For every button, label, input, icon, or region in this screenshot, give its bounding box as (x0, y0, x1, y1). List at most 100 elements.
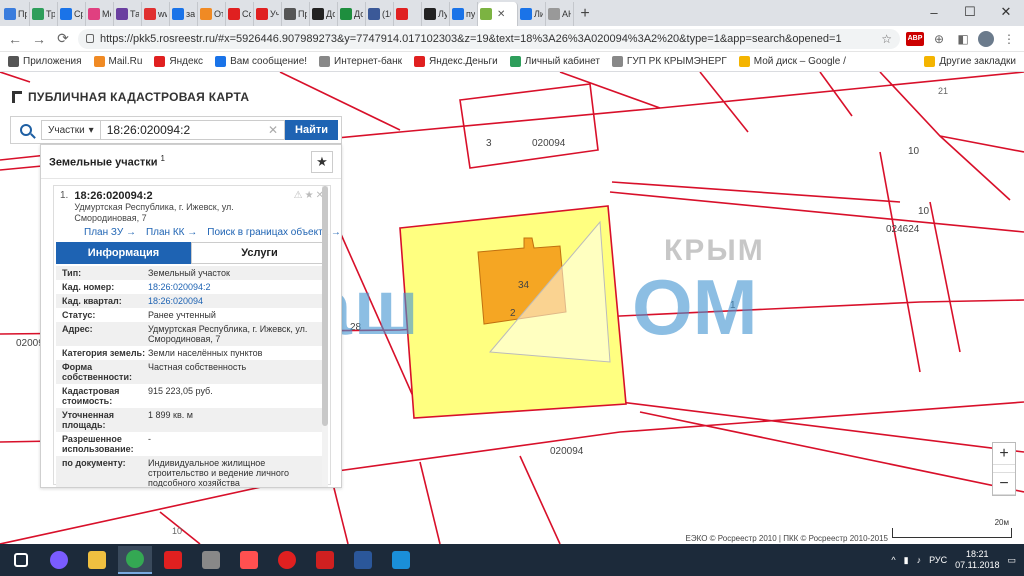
browser-tab[interactable]: пуб (450, 2, 478, 26)
browser-tab[interactable]: От (198, 2, 226, 26)
tab-label: Ли (534, 9, 543, 19)
maximize-button[interactable]: ☐ (952, 0, 988, 24)
forward-icon[interactable]: → (30, 31, 48, 47)
bookmark-item[interactable]: Вам сообщение! (215, 56, 307, 67)
app2-icon (392, 551, 410, 569)
language-indicator[interactable]: РУС (929, 555, 947, 565)
property-key: Форма собственности: (62, 362, 132, 382)
zoom-out-button[interactable]: − (993, 473, 1015, 495)
network-icon[interactable]: ▮ (904, 555, 909, 566)
taskbar-app-app[interactable] (232, 546, 266, 574)
tray-arrow-icon[interactable]: ^ (891, 555, 895, 565)
avatar[interactable] (978, 30, 994, 47)
bookmark-item[interactable]: Яндекс (154, 56, 203, 67)
bookmarks-bar: Приложения Mail.Ru Яндекс Вам сообщение! Инт… (0, 52, 1024, 72)
clock[interactable]: 18:21 07.11.2018 (955, 549, 999, 571)
extension2-icon[interactable]: ◧ (954, 30, 972, 48)
taskbar-app-explorer[interactable] (80, 546, 114, 574)
taskbar-app-yandex[interactable] (156, 546, 190, 574)
browser-tab[interactable]: Тат (114, 2, 142, 26)
browser-tab[interactable]: До (310, 2, 338, 26)
volume-icon[interactable]: ♪ (917, 555, 922, 565)
star-icon[interactable]: ★ (305, 190, 314, 224)
tab-label: От (214, 9, 223, 19)
minimize-button[interactable]: – (916, 0, 952, 24)
yandex-browser-icon (278, 551, 296, 569)
map-canvas[interactable]: 3 020094 10 10 024624 28 020094 020094 1… (0, 72, 1024, 544)
quarter-label: 020094 (550, 446, 584, 457)
tab-close-icon[interactable]: ✕ (497, 9, 505, 20)
bookmark-item[interactable]: ГУП РК КРЫМЭНЕРГ (611, 56, 727, 67)
browser-tab[interactable]: ✕ (478, 2, 518, 26)
extension-icon[interactable]: ⊕ (930, 30, 948, 48)
address-bar[interactable]: https://pkk5.rosreestr.ru/#x=5926446.907… (78, 28, 900, 49)
bookmark-item[interactable]: Приложения (8, 56, 82, 67)
find-button[interactable]: Найти (285, 120, 338, 140)
plan-zu-link[interactable]: План ЗУ → (84, 227, 136, 238)
result-cad-number[interactable]: 18:26:020094:2 (74, 190, 233, 202)
clear-icon[interactable]: ✕ (268, 123, 278, 137)
adblock-icon[interactable]: ABP (906, 31, 924, 46)
bookmark-label: Личный кабинет (524, 56, 600, 67)
tab-label: Со (242, 9, 251, 19)
bookmark-label: Вам сообщение! (230, 56, 308, 67)
close-window-button[interactable]: ✕ (988, 0, 1024, 24)
browser-tab[interactable]: Ср (58, 2, 86, 26)
back-icon[interactable]: ← (6, 31, 24, 47)
taskbar-app-search[interactable] (42, 546, 76, 574)
search-toggle-button[interactable] (11, 117, 41, 143)
bookmark-item[interactable]: Интернет-банк (319, 56, 402, 67)
taskbar-app-start[interactable] (4, 546, 38, 574)
reload-icon[interactable]: ⟳ (54, 30, 72, 47)
tab-information[interactable]: Информация (56, 242, 191, 264)
browser-tab[interactable]: До (338, 2, 366, 26)
property-value[interactable]: 18:26:020094 (148, 296, 328, 306)
browser-tab[interactable]: Ме (86, 2, 114, 26)
browser-tab[interactable]: Уч (254, 2, 282, 26)
plan-kk-link[interactable]: План КК → (146, 227, 197, 238)
search-type-select[interactable]: Участки ▾ (41, 120, 101, 140)
tab-favicon-icon (4, 8, 16, 20)
browser-tab[interactable]: Со (226, 2, 254, 26)
search-input[interactable]: 18:26:020094:2 ✕ (100, 120, 286, 140)
new-tab-button[interactable]: + (574, 2, 596, 26)
zoom-slider[interactable] (993, 465, 1015, 473)
property-value[interactable]: 18:26:020094:2 (148, 282, 328, 292)
zoom-in-button[interactable]: + (993, 443, 1015, 465)
bookmark-star-icon[interactable]: ☆ (881, 32, 892, 46)
browser-tab[interactable]: Ли (518, 2, 546, 26)
taskbar-app-chrome[interactable] (118, 546, 152, 574)
warning-icon[interactable]: ⚠ (294, 190, 303, 224)
notifications-icon[interactable]: ▭ (1007, 555, 1016, 566)
browser-tab[interactable]: АН (546, 2, 574, 26)
menu-icon[interactable]: ⋮ (1000, 30, 1018, 48)
browser-tab[interactable]: Пр (2, 2, 30, 26)
browser-tab[interactable]: ww (142, 2, 170, 26)
tab-services[interactable]: Услуги (191, 242, 328, 264)
parcel-label: 10 (908, 146, 920, 157)
taskbar-app-app2[interactable] (384, 546, 418, 574)
browser-tab[interactable]: зак (170, 2, 198, 26)
browser-tab[interactable]: (16 (366, 2, 394, 26)
scrollbar-thumb[interactable] (322, 186, 328, 426)
bookmark-item[interactable]: Мой диск – Google / (738, 56, 846, 67)
scrollbar[interactable] (322, 186, 328, 486)
tab-label: До (354, 9, 363, 19)
browser-tab[interactable]: Тре (30, 2, 58, 26)
taskbar-app-calc[interactable] (194, 546, 228, 574)
tab-label: ww (158, 9, 167, 19)
other-bookmarks[interactable]: Другие закладки (924, 56, 1016, 67)
bookmark-item[interactable]: Mail.Ru (93, 56, 142, 67)
taskbar-app-word[interactable] (346, 546, 380, 574)
watermark-text-2: ОМ (632, 263, 758, 351)
bookmark-item[interactable]: Яндекс.Деньги (413, 56, 498, 67)
favorites-button[interactable]: ★ (311, 150, 333, 173)
browser-tab[interactable] (394, 2, 422, 26)
browser-tab[interactable]: Лу (422, 2, 450, 26)
browser-tab[interactable]: Пр (282, 2, 310, 26)
taskbar-app-acrobat[interactable] (308, 546, 342, 574)
bookmark-item[interactable]: Личный кабинет (509, 56, 600, 67)
search-within-link[interactable]: Поиск в границах объекта → (207, 227, 341, 238)
taskbar-app-yandex-browser[interactable] (270, 546, 304, 574)
tab-favicon-icon (312, 8, 324, 20)
